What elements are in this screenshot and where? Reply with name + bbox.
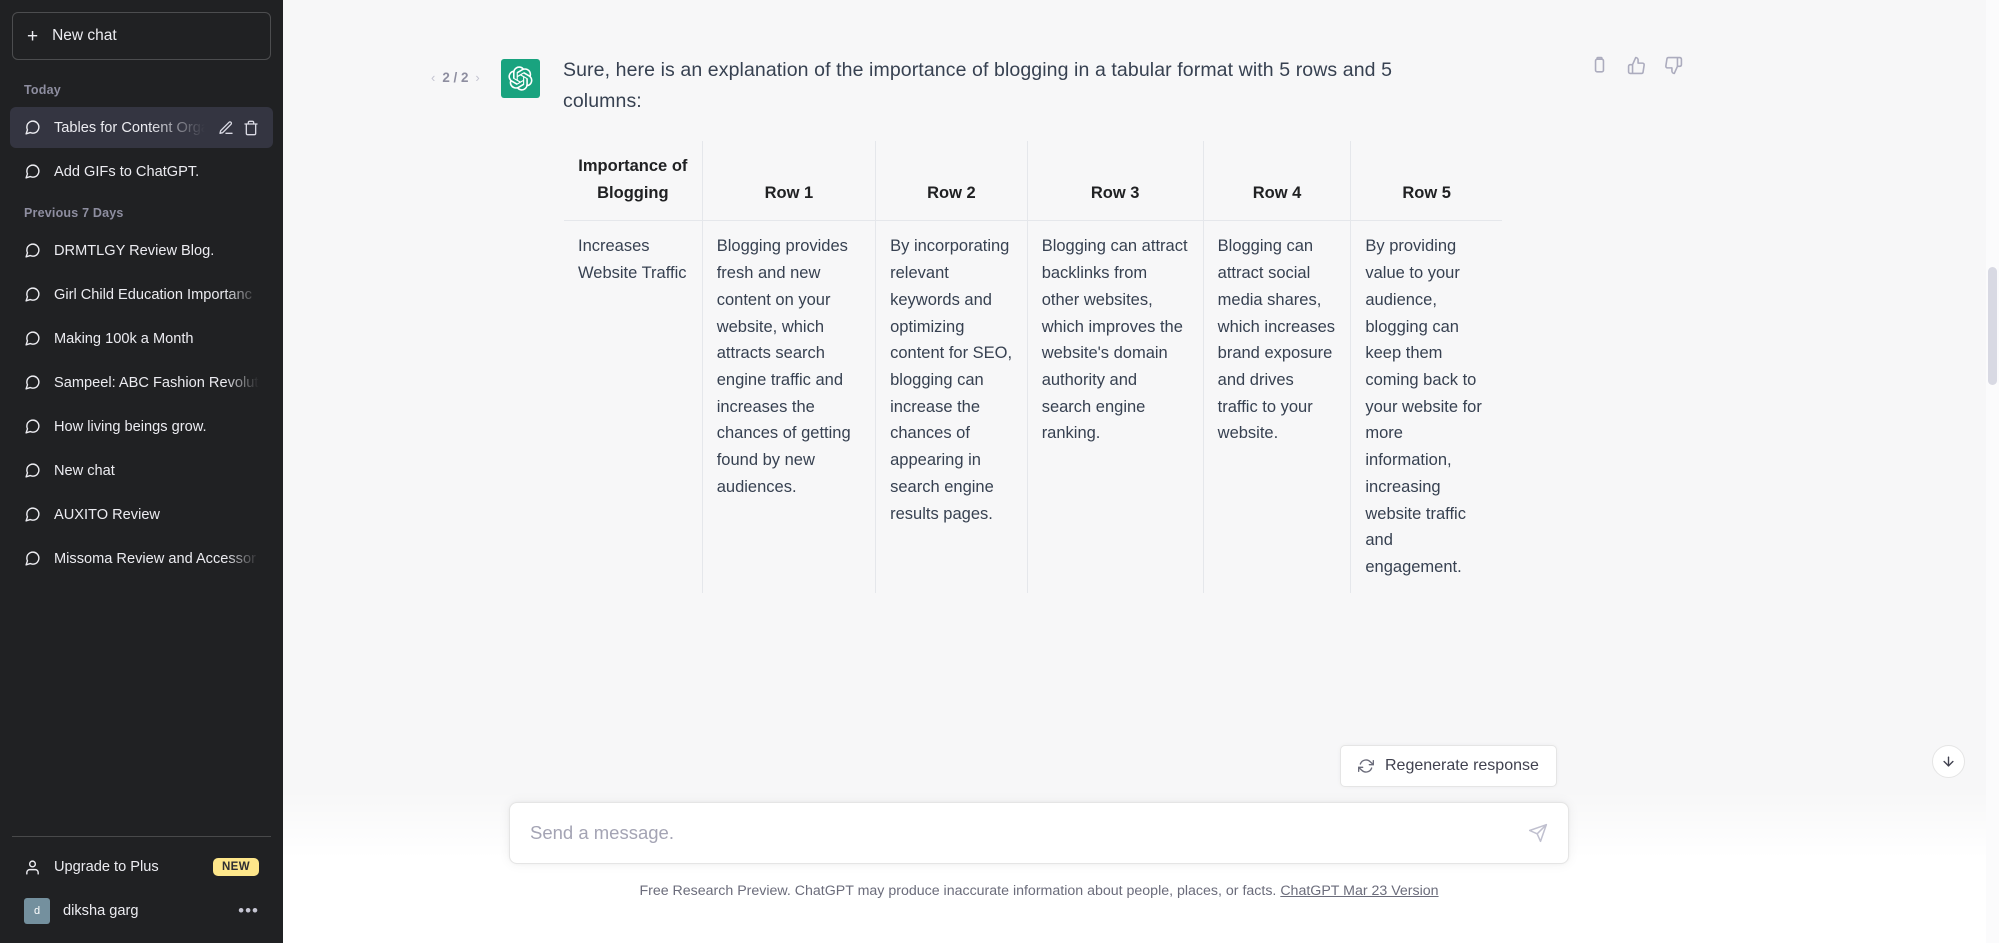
section-label-previous-7-days: Previous 7 Days (24, 206, 124, 220)
table-cell: By providing value to your audience, blo… (1350, 220, 1502, 593)
table-header-cell: Row 5 (1350, 140, 1502, 222)
composer-area: Free Research Preview. ChatGPT may produ… (283, 788, 1999, 943)
regenerate-response-label: Regenerate response (1385, 757, 1539, 774)
chat-history-list[interactable]: Today Tables for Content Orga Add GIFs t… (10, 72, 273, 828)
table-row: Increases Website Traffic Blogging provi… (564, 220, 1502, 593)
plus-icon: + (27, 25, 39, 47)
send-plane-icon[interactable] (1528, 823, 1548, 843)
chat-bubble-icon (24, 550, 41, 567)
table-header-cell: Importance of Blogging (564, 140, 703, 222)
sidebar-chat-item-label: AUXITO Review (54, 506, 160, 523)
table-cell: Increases Website Traffic (564, 220, 703, 593)
table-cell: By incorporating relevant keywords and o… (875, 220, 1028, 593)
table-header-cell: Row 4 (1202, 140, 1352, 222)
sidebar-chat-item-missoma-review[interactable]: Missoma Review and Accessor (10, 538, 273, 579)
chat-item-actions (218, 120, 259, 136)
chat-bubble-icon (24, 242, 41, 259)
sidebar-chat-item-new-chat[interactable]: New chat (10, 450, 273, 491)
sidebar-chat-item-label: Girl Child Education Importanc (54, 286, 252, 303)
status-badge-new: NEW (212, 858, 259, 876)
chatgpt-version-link[interactable]: ChatGPT Mar 23 Version (1280, 883, 1438, 899)
sidebar-footer: Upgrade to Plus NEW d diksha garg ••• (10, 828, 273, 933)
regenerate-response-button[interactable]: Regenerate response (1340, 745, 1557, 787)
sidebar-chat-item-label: Add GIFs to ChatGPT. (54, 163, 200, 180)
response-pager: ‹ 2 / 2 › (431, 70, 480, 85)
importance-of-blogging-table: Importance of Blogging Row 1 Row 2 Row 3… (563, 140, 1503, 594)
table-head: Importance of Blogging Row 1 Row 2 Row 3… (564, 140, 1502, 222)
scroll-to-bottom-button[interactable] (1932, 745, 1965, 778)
chat-bubble-icon (24, 462, 41, 479)
message-action-buttons (1590, 56, 1683, 75)
sidebar-chat-item-label: Making 100k a Month (54, 330, 194, 347)
table-header-cell: Row 1 (701, 140, 877, 222)
response-pager-count: 2 / 2 (442, 70, 469, 85)
chatgpt-logo-icon (501, 59, 540, 98)
chatgpt-app: + New chat Today Tables for Content Orga (0, 0, 1999, 943)
main-conversation-area: ‹ 2 / 2 › Sure, here is an explanation o… (283, 0, 1999, 943)
chat-bubble-icon (24, 330, 41, 347)
chat-bubble-icon (24, 119, 41, 136)
ellipsis-icon[interactable]: ••• (238, 902, 259, 918)
new-chat-button[interactable]: + New chat (12, 12, 271, 60)
sidebar-chat-item-label: Tables for Content Orga (54, 119, 205, 136)
markdown-table-container: Importance of Blogging Row 1 Row 2 Row 3… (563, 140, 1503, 594)
chevron-right-icon[interactable]: › (475, 70, 479, 85)
copy-icon[interactable] (1590, 56, 1609, 75)
footer-disclaimer: Free Research Preview. ChatGPT may produ… (509, 883, 1569, 899)
trash-icon[interactable] (243, 120, 259, 136)
assistant-message: Sure, here is an explanation of the impo… (563, 55, 1453, 117)
table-header-cell: Row 2 (875, 140, 1028, 222)
thumbs-down-icon[interactable] (1664, 56, 1683, 75)
table-header-cell: Row 3 (1026, 140, 1204, 222)
sidebar-chat-item-how-living-beings-grow[interactable]: How living beings grow. (10, 406, 273, 447)
footer-disclaimer-text: Free Research Preview. ChatGPT may produ… (639, 883, 1277, 899)
sidebar-chat-item-tables-for-content-orga[interactable]: Tables for Content Orga (10, 107, 273, 148)
person-icon (24, 859, 41, 876)
table-body: Increases Website Traffic Blogging provi… (564, 220, 1502, 593)
sidebar-chat-item-auxito-review[interactable]: AUXITO Review (10, 494, 273, 535)
user-name: diksha garg (63, 903, 139, 919)
sidebar-chat-item-label: Missoma Review and Accessor (54, 550, 256, 567)
sidebar-chat-item-drmtlgy-review-blog[interactable]: DRMTLGY Review Blog. (10, 230, 273, 271)
avatar: d (24, 898, 50, 924)
sidebar-chat-item-sampeel-abc-fashion[interactable]: Sampeel: ABC Fashion Revolut (10, 362, 273, 403)
sidebar-chat-item-label: New chat (54, 462, 115, 479)
chevron-left-icon[interactable]: ‹ (431, 70, 435, 85)
refresh-icon (1358, 758, 1374, 774)
table-header-row: Importance of Blogging Row 1 Row 2 Row 3… (564, 140, 1502, 222)
arrow-down-icon (1941, 754, 1956, 769)
sidebar: + New chat Today Tables for Content Orga (0, 0, 283, 943)
chat-bubble-icon (24, 506, 41, 523)
upgrade-to-plus-button[interactable]: Upgrade to Plus NEW (10, 845, 273, 889)
chat-bubble-icon (24, 418, 41, 435)
table-cell: Blogging provides fresh and new content … (701, 220, 877, 593)
page-scrollbar-thumb[interactable] (1988, 267, 1997, 385)
chat-bubble-icon (24, 163, 41, 180)
assistant-message-text: Sure, here is an explanation of the impo… (563, 59, 1393, 112)
chat-bubble-icon (24, 286, 41, 303)
thumbs-up-icon[interactable] (1627, 56, 1646, 75)
sidebar-divider (12, 836, 271, 837)
user-account-row[interactable]: d diksha garg ••• (10, 889, 273, 933)
chat-bubble-icon (24, 374, 41, 391)
sidebar-chat-item-add-gifs-to-chatgpt[interactable]: Add GIFs to ChatGPT. (10, 151, 273, 192)
section-label-today: Today (24, 83, 61, 97)
upgrade-label: Upgrade to Plus (54, 859, 159, 875)
pencil-icon[interactable] (218, 120, 234, 136)
table-cell: Blogging can attract social media shares… (1202, 220, 1352, 593)
sidebar-chat-item-making-100k-a-month[interactable]: Making 100k a Month (10, 318, 273, 359)
sidebar-chat-item-label: DRMTLGY Review Blog. (54, 242, 215, 259)
sidebar-chat-item-label: How living beings grow. (54, 418, 207, 435)
sidebar-chat-item-label: Sampeel: ABC Fashion Revolut (54, 374, 259, 391)
message-input[interactable] (530, 822, 1528, 844)
message-composer[interactable] (509, 802, 1569, 864)
new-chat-label: New chat (52, 27, 117, 44)
sidebar-chat-item-girl-child-education[interactable]: Girl Child Education Importanc (10, 274, 273, 315)
page-scrollbar[interactable] (1986, 0, 1999, 943)
table-cell: Blogging can attract backlinks from othe… (1026, 220, 1204, 593)
